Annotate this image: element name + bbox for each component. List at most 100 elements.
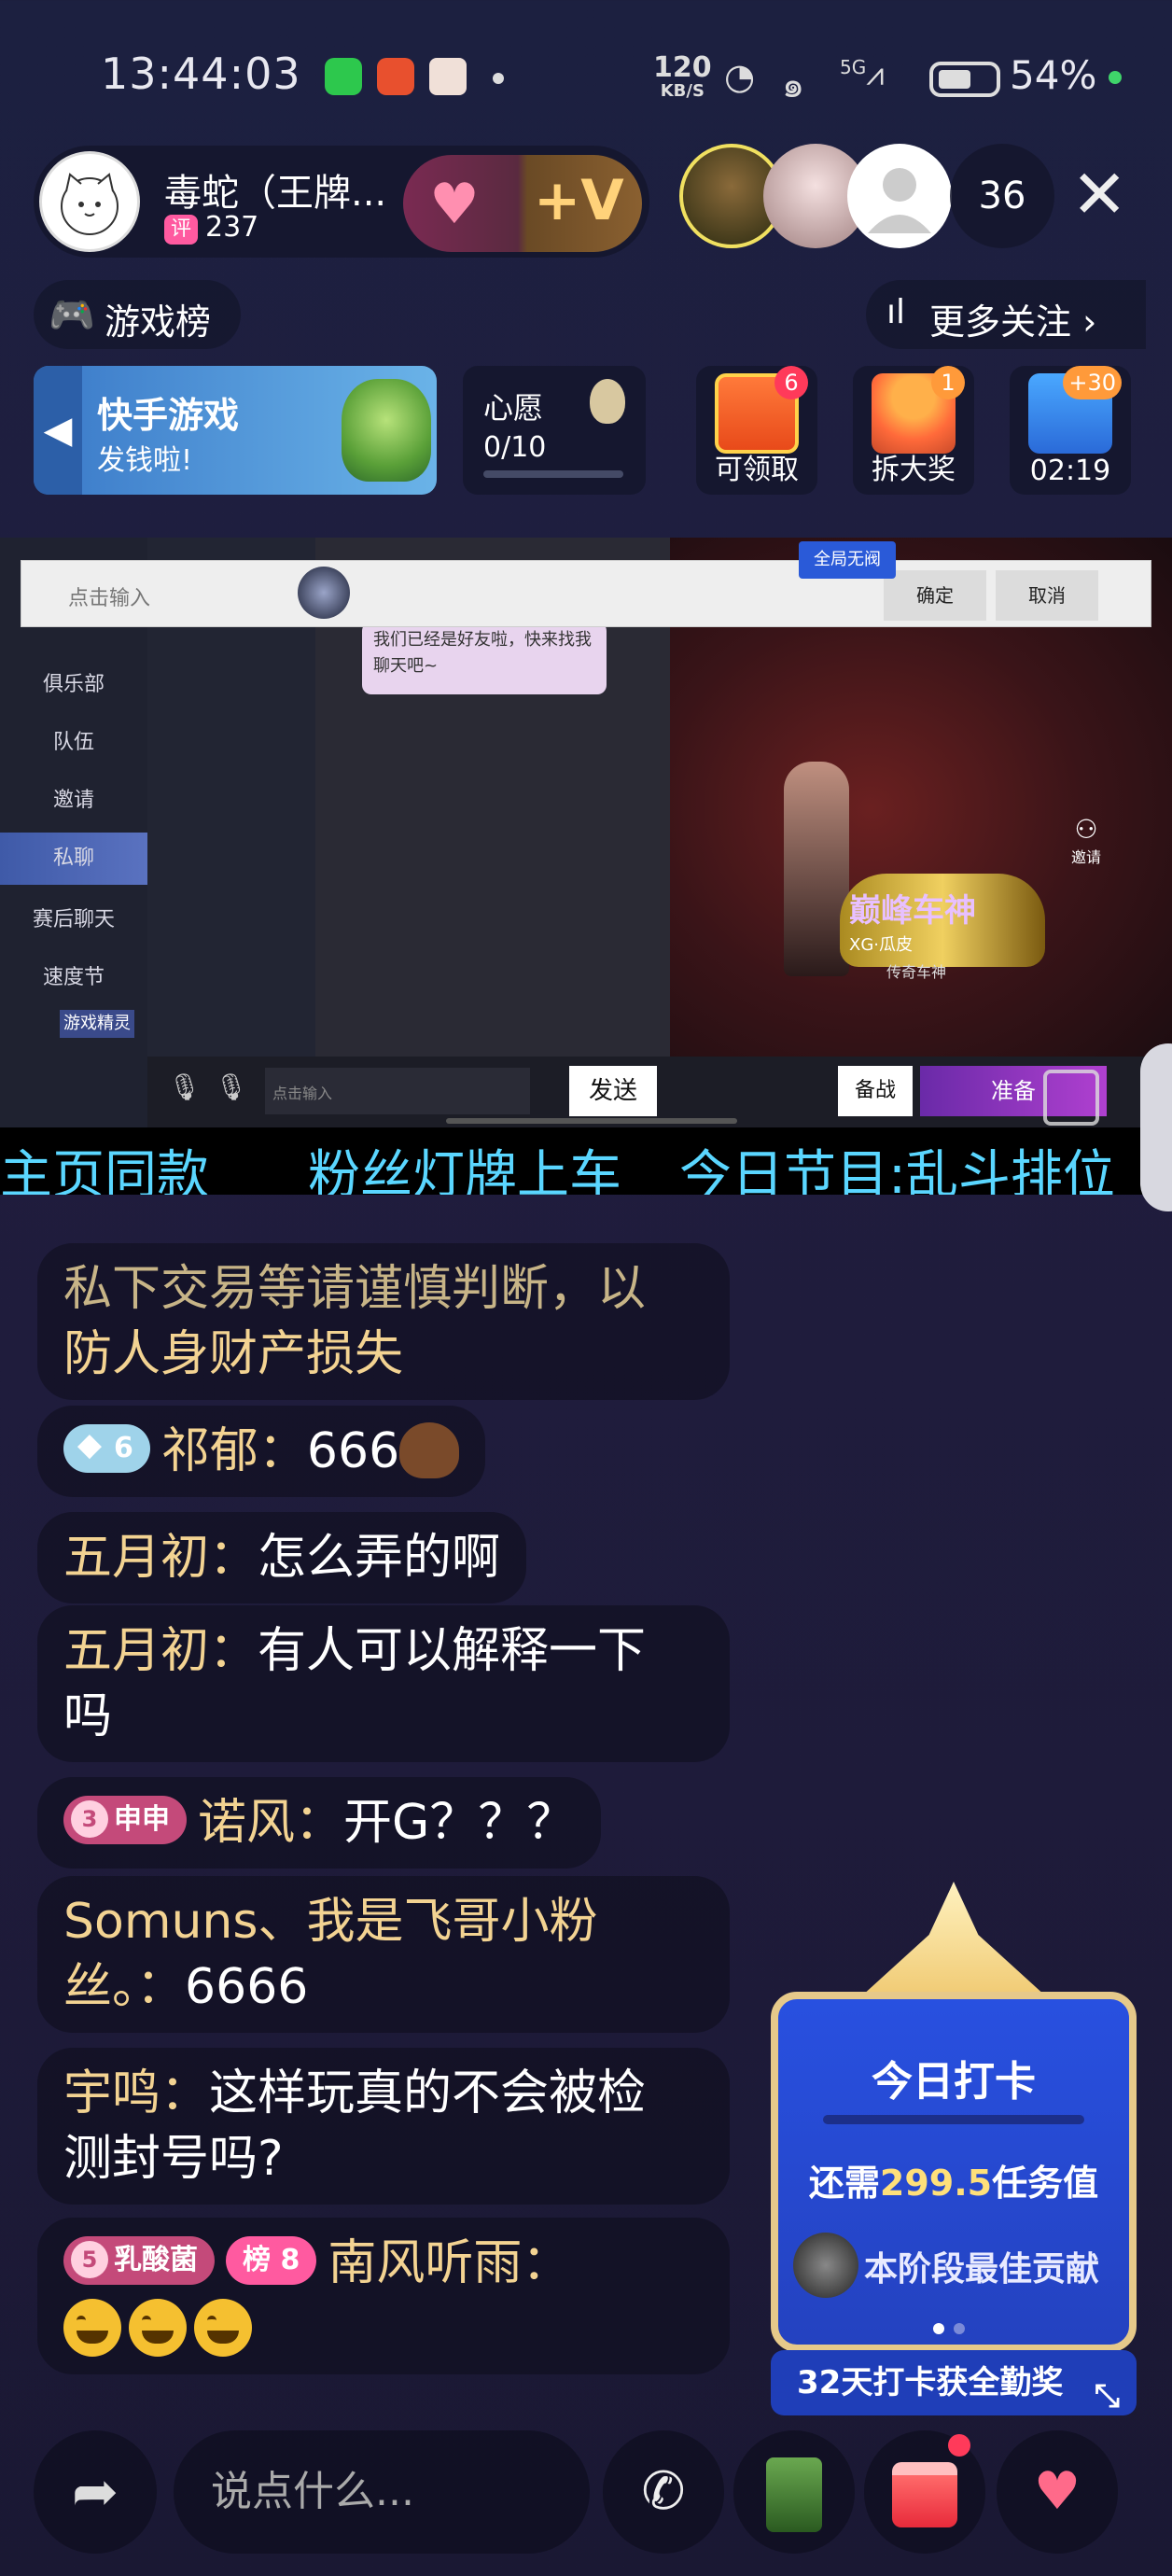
- heart-level-icon: 5: [71, 2241, 108, 2278]
- collapse-icon[interactable]: ⤡: [1095, 2363, 1120, 2429]
- dnd-icon: ◔: [724, 56, 756, 97]
- username[interactable]: 五月初：: [63, 1530, 258, 1586]
- footer-text: 32天打卡获全勤奖: [797, 2364, 1064, 2401]
- kuaishou-game-banner[interactable]: ◀ 快手游戏 发钱啦!: [34, 366, 437, 495]
- overlay-confirm: 确定: [884, 570, 986, 621]
- gamepad-icon: 🎮: [49, 294, 95, 337]
- host-avatar[interactable]: [39, 151, 140, 252]
- requirement-prefix: 还需: [808, 2163, 880, 2204]
- checkin-requirement: 还需299.5任务值: [771, 2154, 1137, 2205]
- game-chat-input: 点击输入: [265, 1068, 530, 1114]
- more-follow-text: 更多关注: [929, 301, 1072, 343]
- game-menu-item: 俱乐部: [42, 673, 105, 696]
- chat-message[interactable]: ◆ 6 祁郁：666: [37, 1406, 486, 1497]
- username-text: 五月初: [63, 1530, 210, 1586]
- host-rating-tag: 评: [164, 215, 198, 245]
- carousel-dots: [933, 2320, 974, 2338]
- side-drawer-handle[interactable]: [1140, 1043, 1172, 1211]
- chat-message[interactable]: Somuns、我是飞哥小粉 丝。：6666: [37, 1876, 730, 2033]
- host-name[interactable]: 毒蛇（王牌...: [164, 162, 386, 217]
- username-text: 诺风: [198, 1795, 296, 1851]
- diamond-icon: ◆: [77, 1426, 103, 1463]
- overlay-placeholder: 点击输入: [68, 587, 151, 610]
- game-prep-button: 备战: [838, 1066, 913, 1116]
- marquee-ticker: 主页同款 粉丝灯牌上车 今日节目:乱斗排位: [0, 1127, 1172, 1195]
- checkin-progress: [823, 2115, 1084, 2124]
- battery-percent: 54%: [1010, 52, 1097, 98]
- message-text: 开G？？？: [343, 1795, 576, 1851]
- chat-message[interactable]: 五月初：怎么弄的啊: [37, 1512, 527, 1603]
- chat-message[interactable]: 宇鸣：这样玩真的不会被检 测封号吗?: [37, 2048, 730, 2205]
- username[interactable]: 南风听雨：: [328, 2235, 570, 2291]
- chat-message[interactable]: 5 乳酸菌榜 8 南风听雨：: [37, 2218, 730, 2374]
- wish-count: 0/10: [483, 431, 547, 464]
- banner-prev-arrow[interactable]: ◀: [34, 366, 82, 495]
- ticker-item: 主页同款: [0, 1145, 209, 1195]
- more-follow-label: 更多关注 ›: [929, 301, 1097, 343]
- badge-name: 乳酸菌: [114, 2244, 198, 2276]
- like-heart-icon[interactable]: ♥: [997, 2430, 1118, 2554]
- net-speed-value: 120: [653, 51, 712, 84]
- username[interactable]: 五月初：: [63, 1623, 258, 1679]
- wechat-icon: [325, 58, 362, 95]
- chat-message[interactable]: 五月初：有人可以解释一下 吗: [37, 1605, 730, 1762]
- share-icon[interactable]: ➦: [34, 2430, 157, 2554]
- daily-checkin-card[interactable]: 今日打卡 还需299.5任务值 本阶段最佳贡献 32天打卡获全勤奖 ⤡: [771, 1882, 1137, 2415]
- wish-label: 心愿: [483, 390, 544, 426]
- host-score: 237: [205, 211, 259, 244]
- fan-club-badge: 3 申申: [63, 1796, 187, 1844]
- avatar-notification-icon: [429, 58, 467, 95]
- game-menu-item: 速度节: [42, 966, 105, 989]
- poop-emoji-icon: [399, 1422, 460, 1478]
- comment-input[interactable]: 说点什么...: [174, 2430, 590, 2554]
- emoji-row: [63, 2296, 704, 2361]
- message-text: 这样玩真的不会被检: [209, 2065, 647, 2121]
- message-text: 有人可以解释一下: [258, 1623, 647, 1679]
- follow-fan-button[interactable]: ♥ +V: [403, 155, 642, 252]
- username-text: 丝。: [63, 1959, 137, 2015]
- count-badge: 6: [774, 366, 808, 399]
- username[interactable]: 祁郁：: [161, 1423, 307, 1479]
- signal-label: 5G: [840, 56, 867, 78]
- invite-text: 邀请: [1071, 848, 1102, 866]
- game-menu-item: 赛后聊天: [32, 908, 115, 931]
- more-follow-button[interactable]: ıl 更多关注 ›: [866, 280, 1146, 349]
- timer-box[interactable]: +30 02:19: [1010, 366, 1131, 495]
- bars-icon: ıl: [886, 293, 906, 331]
- box-label: 拆大奖: [872, 454, 956, 486]
- mic-icon: 🎙: [168, 1071, 202, 1102]
- username[interactable]: 宇鸣：: [63, 2065, 209, 2121]
- stream-video[interactable]: 俱乐部 队伍 邀请 私聊 赛后聊天 速度节 游戏精灵 我们已经是好友啦，快来找我…: [0, 538, 1172, 1127]
- ticker-item: 今日节目:乱斗排位: [679, 1145, 1115, 1195]
- username-text: 五月初: [63, 1623, 210, 1679]
- classic-card-icon[interactable]: [733, 2430, 855, 2554]
- laugh-emoji-icon: [63, 2299, 121, 2357]
- count-badge: 1: [931, 366, 965, 399]
- voice-call-icon[interactable]: ✆: [603, 2430, 724, 2554]
- heart-level-icon: 3: [71, 1800, 108, 1838]
- username[interactable]: 丝。：: [63, 1959, 185, 2015]
- game-rank-button[interactable]: 🎮 游戏榜: [34, 280, 241, 349]
- username-text: 南风听雨: [328, 2235, 523, 2291]
- checkin-footer[interactable]: 32天打卡获全勤奖 ⤡: [771, 2350, 1137, 2415]
- gift-notification-dot: [948, 2434, 970, 2457]
- claimable-box[interactable]: 6 可领取: [696, 366, 817, 495]
- viewer-avatar[interactable]: [847, 144, 952, 248]
- notice-line: 防人身财产损失: [63, 1326, 404, 1382]
- cat-avatar-icon: [61, 173, 119, 235]
- banner-subtitle: 发钱啦!: [97, 444, 193, 477]
- username[interactable]: Somuns、我是飞哥小粉: [63, 1889, 704, 1954]
- default-user-icon: [868, 168, 931, 233]
- close-icon[interactable]: ✕: [1071, 157, 1127, 231]
- island-illustration: [342, 379, 431, 482]
- username[interactable]: 诺风：: [198, 1795, 343, 1851]
- viewer-count[interactable]: 36: [950, 144, 1054, 248]
- laugh-emoji-icon: [194, 2299, 252, 2357]
- message-text: 测封号吗?: [63, 2131, 284, 2187]
- grand-prize-box[interactable]: 1 拆大奖: [853, 366, 974, 495]
- signal-icon: 5G⩘: [840, 56, 885, 93]
- username-text: 宇鸣: [63, 2065, 161, 2121]
- rotate-screen-icon[interactable]: [1043, 1070, 1099, 1126]
- wish-widget[interactable]: 心愿 0/10: [463, 366, 646, 495]
- chat-message[interactable]: 3 申申 诺风：开G？？？: [37, 1777, 602, 1869]
